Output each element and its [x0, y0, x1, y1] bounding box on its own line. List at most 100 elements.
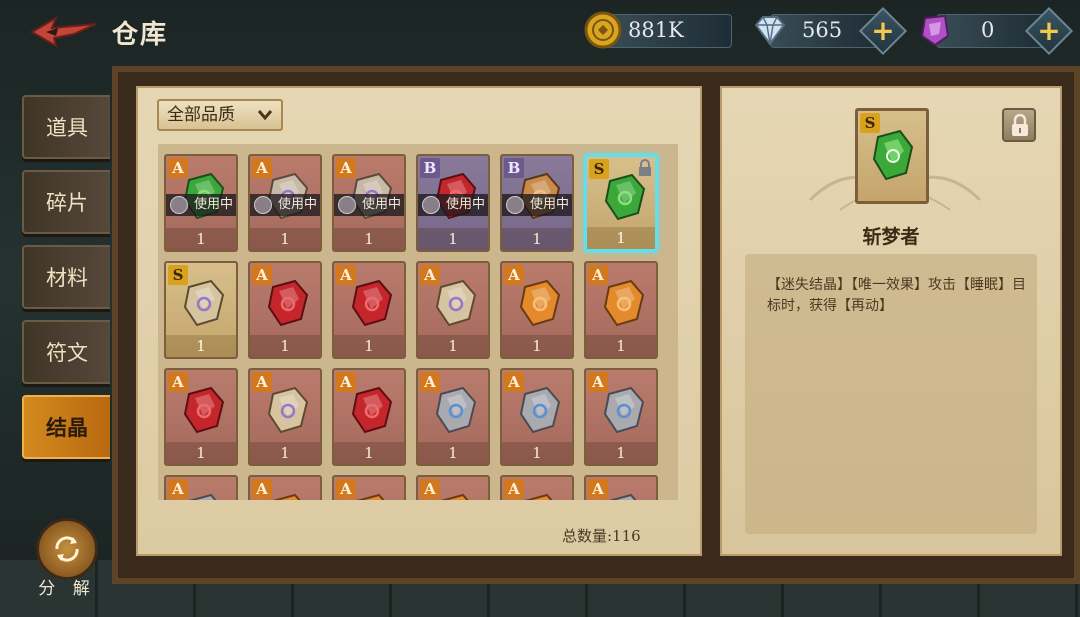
item-quantity: 1 — [418, 442, 488, 464]
tan-crystal-icon — [267, 386, 309, 434]
plus-icon: + — [871, 14, 895, 47]
lock-button[interactable] — [1002, 108, 1036, 142]
in-use-tag: 使用中 — [502, 194, 572, 216]
tab-fragments[interactable]: 碎片 — [22, 170, 110, 234]
hero-avatar — [170, 196, 188, 214]
red-crystal-icon — [351, 386, 393, 434]
tab-crystals[interactable]: 结晶 — [22, 395, 110, 459]
inventory-slot[interactable]: A1 — [248, 368, 322, 466]
in-use-tag: 使用中 — [418, 194, 488, 216]
inventory-slot[interactable]: B 使用中 1 — [500, 154, 574, 252]
inventory-slot[interactable]: A1 — [500, 261, 574, 359]
item-quantity: 1 — [250, 228, 320, 250]
green-crystal-icon — [604, 173, 646, 221]
quality-filter-label: 全部品质 — [167, 105, 235, 125]
grey-crystal-icon — [603, 386, 645, 434]
purple-crystal-icon — [920, 14, 950, 47]
item-quantity: 1 — [166, 335, 236, 357]
chevron-down-icon — [257, 110, 273, 121]
orange-crystal-icon — [440, 493, 469, 500]
tan-crystal-icon — [435, 279, 477, 327]
inventory-slot[interactable]: A1 — [416, 368, 490, 466]
inventory-slot[interactable]: A — [416, 475, 490, 500]
grey-crystal-icon — [435, 386, 477, 434]
grey-crystal-icon — [519, 386, 561, 434]
inventory-slot[interactable]: A1 — [584, 368, 658, 466]
quality-filter-dropdown[interactable]: 全部品质 — [157, 99, 283, 131]
in-use-label: 使用中 — [529, 197, 569, 212]
tan-crystal-icon — [183, 279, 225, 327]
diamond-value: 565 — [802, 18, 843, 42]
hero-avatar — [422, 196, 440, 214]
inventory-slot[interactable]: A 使用中 1 — [332, 154, 406, 252]
inventory-slot[interactable]: A — [248, 475, 322, 500]
tab-items[interactable]: 道具 — [22, 95, 110, 159]
in-use-label: 使用中 — [277, 197, 317, 212]
inventory-slot[interactable]: B 使用中 1 — [416, 154, 490, 252]
item-quantity: 1 — [334, 442, 404, 464]
inventory-grid: A 使用中 1 A 使用中 1 A 使用中 1 B 使用中 1 B 使用中 1 S 1 S 1 A 1 A 1 A 1 A 1 A 1 A… — [158, 144, 678, 500]
inventory-slot[interactable]: A — [164, 475, 238, 500]
red-crystal-icon — [351, 279, 393, 327]
item-quantity: 1 — [587, 227, 655, 249]
item-quantity: 1 — [502, 335, 572, 357]
inventory-slot[interactable]: A1 — [332, 368, 406, 466]
plus-icon: + — [1037, 14, 1061, 47]
diamond-icon — [754, 16, 786, 46]
grey-crystal-icon — [188, 493, 217, 500]
inventory-slot[interactable]: A — [584, 475, 658, 500]
gold-coin-icon — [584, 11, 622, 49]
in-use-label: 使用中 — [193, 197, 233, 212]
decompose-label: 分 解 — [38, 579, 96, 599]
item-quantity: 1 — [166, 228, 236, 250]
inventory-slot[interactable]: S1 — [584, 154, 658, 252]
in-use-tag: 使用中 — [334, 194, 404, 216]
orange-crystal-icon — [356, 493, 385, 500]
inventory-slot[interactable]: S1 — [164, 261, 238, 359]
green-crystal-icon — [872, 129, 914, 181]
item-description: 【迷失结晶】【唯一效果】攻击【睡眠】目标时，获得【再动】 — [767, 277, 1026, 314]
item-quantity: 1 — [586, 442, 656, 464]
inventory-slot[interactable]: A1 — [248, 261, 322, 359]
back-arrow-icon[interactable] — [28, 14, 100, 50]
in-use-tag: 使用中 — [250, 194, 320, 216]
hero-avatar — [254, 196, 272, 214]
inventory-slot[interactable]: A1 — [332, 261, 406, 359]
inventory-slot[interactable]: A1 — [500, 368, 574, 466]
detail-item-icon: S — [855, 108, 929, 204]
total-count: 总数量:116 — [562, 527, 641, 545]
inventory-slot[interactable]: A — [500, 475, 574, 500]
orange-crystal-icon — [272, 493, 301, 500]
grey-crystal-icon — [608, 493, 637, 500]
gold-value: 881K — [628, 18, 684, 42]
recycle-icon — [55, 536, 79, 562]
page-title: 仓库 — [112, 20, 169, 50]
inventory-slot[interactable]: A 使用中 1 — [164, 154, 238, 252]
in-use-label: 使用中 — [361, 197, 401, 212]
inventory-slot[interactable]: A 使用中 1 — [248, 154, 322, 252]
orange-crystal-icon — [519, 279, 561, 327]
padlock-icon — [639, 159, 651, 176]
inventory-slot[interactable]: A1 — [584, 261, 658, 359]
tab-runes[interactable]: 符文 — [22, 320, 110, 384]
item-quantity: 1 — [418, 335, 488, 357]
tab-materials[interactable]: 材料 — [22, 245, 110, 309]
item-quantity: 1 — [334, 228, 404, 250]
inventory-slot[interactable]: A — [332, 475, 406, 500]
item-quantity: 1 — [502, 228, 572, 250]
item-quantity: 1 — [334, 335, 404, 357]
inventory-slot[interactable]: A1 — [164, 368, 238, 466]
item-quantity: 1 — [166, 442, 236, 464]
decompose-button[interactable] — [36, 518, 98, 580]
top-bar: 仓库 881K 565 + 0 + — [0, 0, 1080, 64]
item-quantity: 1 — [502, 442, 572, 464]
red-crystal-icon — [183, 386, 225, 434]
crystal-value: 0 — [981, 18, 995, 42]
item-quantity: 1 — [250, 335, 320, 357]
orange-crystal-icon — [603, 279, 645, 327]
item-quantity: 1 — [586, 335, 656, 357]
hero-avatar — [506, 196, 524, 214]
inventory-slot[interactable]: A1 — [416, 261, 490, 359]
in-use-label: 使用中 — [445, 197, 485, 212]
item-quantity: 1 — [250, 442, 320, 464]
